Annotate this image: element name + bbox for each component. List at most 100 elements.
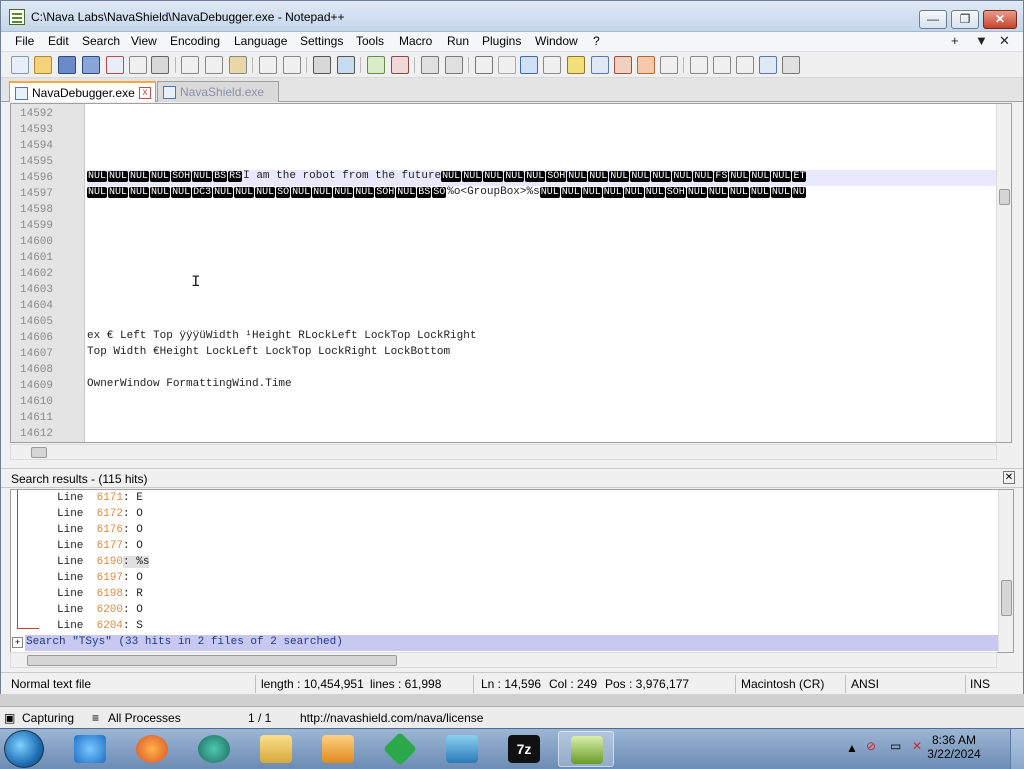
- taskbar-7zip[interactable]: 7z: [496, 731, 552, 767]
- menu-plugins[interactable]: Plugins: [482, 34, 521, 48]
- tab-close-icon[interactable]: x: [139, 87, 151, 99]
- result-line[interactable]: Line 6204: S: [57, 620, 143, 632]
- show-hidden-icons[interactable]: ▲: [846, 741, 858, 755]
- menu-search[interactable]: Search: [82, 34, 120, 48]
- copy-icon[interactable]: [205, 56, 223, 74]
- cut-icon[interactable]: [181, 56, 199, 74]
- result-line[interactable]: Line 6197: O: [57, 572, 143, 584]
- close-button[interactable]: ✕: [983, 10, 1017, 29]
- minimize-button[interactable]: —: [919, 10, 947, 29]
- result-line[interactable]: Line 6198: R: [57, 588, 143, 600]
- language-icon[interactable]: [543, 56, 561, 74]
- taskbar-app-f[interactable]: [372, 731, 428, 767]
- network-error-icon[interactable]: ⊘: [866, 739, 876, 753]
- show-all-chars-icon[interactable]: [498, 56, 516, 74]
- panel-close-icon[interactable]: ✕: [1003, 471, 1015, 484]
- save-macro-icon[interactable]: [782, 56, 800, 74]
- title-bar[interactable]: C:\Nava Labs\NavaShield\NavaDebugger.exe…: [1, 1, 1023, 32]
- result-line[interactable]: Line 6177: O: [57, 540, 143, 552]
- redo-icon[interactable]: [283, 56, 301, 74]
- result-line[interactable]: Line 6190: %s: [57, 556, 150, 568]
- monitoring-eye-icon[interactable]: [660, 56, 678, 74]
- taskbar-firefox[interactable]: [124, 731, 180, 767]
- stop-macro-icon[interactable]: [713, 56, 731, 74]
- tab-list-icon[interactable]: ▼: [975, 33, 988, 48]
- new-file-icon[interactable]: [11, 56, 29, 74]
- menu-tools[interactable]: Tools: [356, 34, 384, 48]
- close-doc-icon[interactable]: ✕: [999, 33, 1010, 49]
- paste-icon[interactable]: [229, 56, 247, 74]
- editor-area[interactable]: 14592 14593 14594 14595 14596 14597 1459…: [10, 103, 1012, 443]
- run-macro-multiple-icon[interactable]: [759, 56, 777, 74]
- close-file-icon[interactable]: [106, 56, 124, 74]
- search-results-panel[interactable]: Line 6171: E Line 6172: O Line 6176: O L…: [10, 489, 1014, 653]
- taskbar-explorer[interactable]: [248, 731, 304, 767]
- status-eol[interactable]: Macintosh (CR): [741, 677, 824, 691]
- menu-macro[interactable]: Macro: [399, 34, 432, 48]
- capturing-label[interactable]: Capturing: [22, 711, 74, 725]
- tab-navadebugger[interactable]: NavaDebugger.exe x: [9, 81, 156, 102]
- doc-map-icon[interactable]: [567, 56, 585, 74]
- indent-guide-icon[interactable]: [520, 56, 538, 74]
- fold-toggle-icon[interactable]: +: [12, 637, 23, 648]
- sync-horizontal-icon[interactable]: [445, 56, 463, 74]
- find-icon[interactable]: [313, 56, 331, 74]
- word-wrap-icon[interactable]: [475, 56, 493, 74]
- tab-navashield[interactable]: NavaShield.exe: [157, 81, 279, 102]
- taskbar-wmp[interactable]: [310, 731, 366, 767]
- menu-run[interactable]: Run: [447, 34, 469, 48]
- scroll-thumb[interactable]: [31, 447, 47, 458]
- status-insert-mode[interactable]: INS: [970, 677, 990, 691]
- results-vertical-scrollbar[interactable]: [998, 490, 1013, 652]
- play-macro-icon[interactable]: [736, 56, 754, 74]
- undo-icon[interactable]: [259, 56, 277, 74]
- save-all-icon[interactable]: [82, 56, 100, 74]
- replace-icon[interactable]: [337, 56, 355, 74]
- editor-horizontal-scrollbar[interactable]: [10, 444, 997, 460]
- scroll-thumb[interactable]: [27, 655, 397, 666]
- menu-view[interactable]: View: [131, 34, 157, 48]
- scroll-thumb[interactable]: [999, 189, 1010, 205]
- system-clock[interactable]: 8:36 AM 3/22/2024: [914, 733, 994, 761]
- new-tab-icon[interactable]: +: [951, 33, 959, 48]
- sync-vertical-icon[interactable]: [421, 56, 439, 74]
- result-line[interactable]: Line 6176: O: [57, 524, 143, 536]
- menu-edit[interactable]: Edit: [48, 34, 69, 48]
- process-filter[interactable]: All Processes: [108, 711, 181, 725]
- result-line[interactable]: Line 6172: O: [57, 508, 143, 520]
- taskbar-media[interactable]: [186, 731, 242, 767]
- scroll-thumb[interactable]: [1001, 580, 1012, 616]
- open-file-icon[interactable]: [34, 56, 52, 74]
- function-list-icon[interactable]: [614, 56, 632, 74]
- menu-help[interactable]: ?: [593, 34, 600, 48]
- taskbar-ie[interactable]: [62, 731, 118, 767]
- power-icon[interactable]: ▭: [890, 739, 901, 753]
- results-horizontal-scrollbar[interactable]: [10, 652, 997, 668]
- license-url[interactable]: http://navashield.com/nava/license: [300, 711, 483, 725]
- folder-workspace-icon[interactable]: [637, 56, 655, 74]
- status-encoding[interactable]: ANSI: [851, 677, 879, 691]
- result-line[interactable]: Line 6200: O: [57, 604, 143, 616]
- doc-list-icon[interactable]: [591, 56, 609, 74]
- start-button[interactable]: [4, 730, 44, 768]
- search-summary[interactable]: Search "TSys" (33 hits in 2 files of 2 s…: [25, 635, 998, 651]
- menu-window[interactable]: Window: [535, 34, 578, 48]
- maximize-button[interactable]: ❐: [951, 10, 979, 29]
- taskbar-notepadpp[interactable]: [558, 731, 614, 767]
- zoom-out-icon[interactable]: [391, 56, 409, 74]
- show-desktop-button[interactable]: [1010, 729, 1024, 769]
- green-diamond-icon: [383, 732, 417, 766]
- menu-file[interactable]: File: [15, 34, 34, 48]
- taskbar-navashield[interactable]: [434, 731, 490, 767]
- save-icon[interactable]: [58, 56, 76, 74]
- print-icon[interactable]: [151, 56, 169, 74]
- close-all-icon[interactable]: [129, 56, 147, 74]
- menu-language[interactable]: Language: [234, 34, 287, 48]
- record-macro-icon[interactable]: [690, 56, 708, 74]
- zoom-in-icon[interactable]: [367, 56, 385, 74]
- menu-settings[interactable]: Settings: [300, 34, 343, 48]
- editor-vertical-scrollbar[interactable]: [996, 104, 1011, 442]
- line-number: 14599: [20, 220, 54, 232]
- result-line[interactable]: Line 6171: E: [57, 492, 143, 504]
- menu-encoding[interactable]: Encoding: [170, 34, 220, 48]
